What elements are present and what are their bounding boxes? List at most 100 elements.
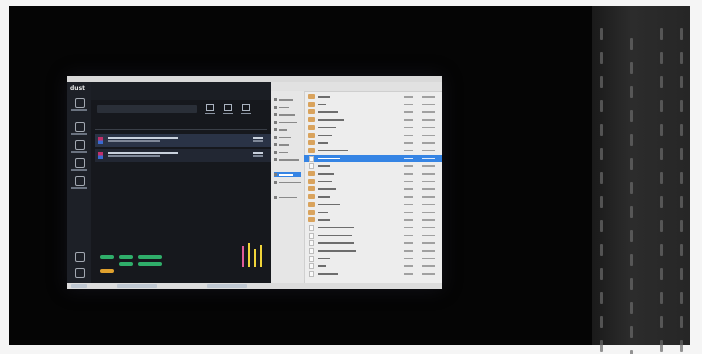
panel-slot [600,124,603,136]
panel-slot [630,230,633,242]
panel-slot [680,292,683,304]
toolbar-button-2[interactable] [222,104,234,114]
sidebar-place[interactable] [274,112,301,117]
file-row[interactable] [304,147,442,155]
sidebar-icon-settings[interactable] [75,140,85,150]
file-row[interactable] [304,185,442,193]
sidebar-place[interactable] [274,105,301,110]
file-row[interactable] [304,216,442,224]
file-row[interactable] [304,162,442,170]
panel-slot [630,350,633,354]
photo-scene: dust [0,0,702,354]
toolbar-button-3[interactable] [240,104,252,114]
file-icon [309,232,314,239]
file-row[interactable] [304,116,442,124]
job-row[interactable] [95,149,271,162]
folder-icon [308,217,315,223]
job-row[interactable] [95,134,271,147]
sidebar-place[interactable] [274,135,301,140]
panel-slot [600,340,603,352]
panel-slot [660,100,663,112]
sidebar-place[interactable] [274,172,301,177]
panel-slot [680,148,683,160]
file-row[interactable] [304,262,442,270]
file-row[interactable] [304,93,442,101]
folder-icon [308,194,315,200]
sidebar-icon-tools[interactable] [75,158,85,168]
file-row[interactable] [304,193,442,201]
file-row[interactable] [304,101,442,109]
file-row[interactable] [304,224,442,232]
file-row[interactable] [304,239,442,247]
panel-slot [630,326,633,338]
file-row[interactable] [304,170,442,178]
sidebar-label [71,133,87,135]
sidebar-place[interactable] [274,142,301,147]
panel-slot [680,52,683,64]
taskbar-item[interactable] [117,284,157,288]
panel-slot [630,254,633,266]
panel-slot [630,302,633,314]
file-row[interactable] [304,178,442,186]
folder-icon [308,101,315,107]
panel-slot [600,100,603,112]
sidebar-icon-info[interactable] [75,176,85,186]
panel-slot [630,278,633,290]
folder-icon [308,124,315,130]
folder-icon [308,147,315,153]
sidebar-icon-jobs[interactable] [75,98,85,108]
file-row[interactable] [304,201,442,209]
sidebar-label [71,169,87,171]
sidebar-place[interactable] [274,127,301,132]
taskbar-item[interactable] [71,284,87,288]
sidebar-icon-user[interactable] [75,252,85,262]
taskbar-item[interactable] [207,284,247,288]
sidebar-place[interactable] [274,157,301,162]
app-logo: dust [70,85,86,92]
panel-slot [600,196,603,208]
panel-slot [600,220,603,232]
panel-slot [680,340,683,352]
file-row[interactable] [304,154,442,163]
white-border-left [0,0,9,354]
panel-slot [660,76,663,88]
search-input[interactable] [97,105,197,113]
panel-slot [630,206,633,218]
panel-slot [680,316,683,328]
file-row[interactable] [304,124,442,132]
perforated-metal-panel [592,6,690,354]
sidebar-place[interactable] [274,150,301,155]
panel-slot [660,148,663,160]
file-row[interactable] [304,209,442,217]
folder-icon [308,140,315,146]
file-row[interactable] [304,255,442,263]
file-manager-sidebar [271,91,305,283]
panel-slot [600,292,603,304]
file-row[interactable] [304,108,442,116]
monitor-screen: dust [67,76,442,289]
file-icon [309,163,314,170]
sidebar-icon-power[interactable] [75,268,85,278]
file-row[interactable] [304,139,442,147]
toolbar-button-1[interactable] [204,104,216,114]
place-icon [274,158,277,161]
app-header [91,82,271,100]
sidebar-place[interactable] [274,120,301,125]
sidebar-place[interactable] [274,180,301,185]
place-icon [274,113,277,116]
panel-slot [660,124,663,136]
file-row[interactable] [304,232,442,240]
panel-slot [600,244,603,256]
panel-slot [630,134,633,146]
sidebar-icon-queue[interactable] [75,122,85,132]
file-row[interactable] [304,247,442,255]
sidebar-place[interactable] [274,195,301,200]
sidebar-place[interactable] [274,97,301,102]
status-pill [138,262,162,266]
folder-icon [308,94,315,99]
file-icon [309,248,314,254]
place-icon [274,143,277,146]
file-row[interactable] [304,270,442,278]
place-icon [274,195,277,199]
file-row[interactable] [304,132,442,140]
